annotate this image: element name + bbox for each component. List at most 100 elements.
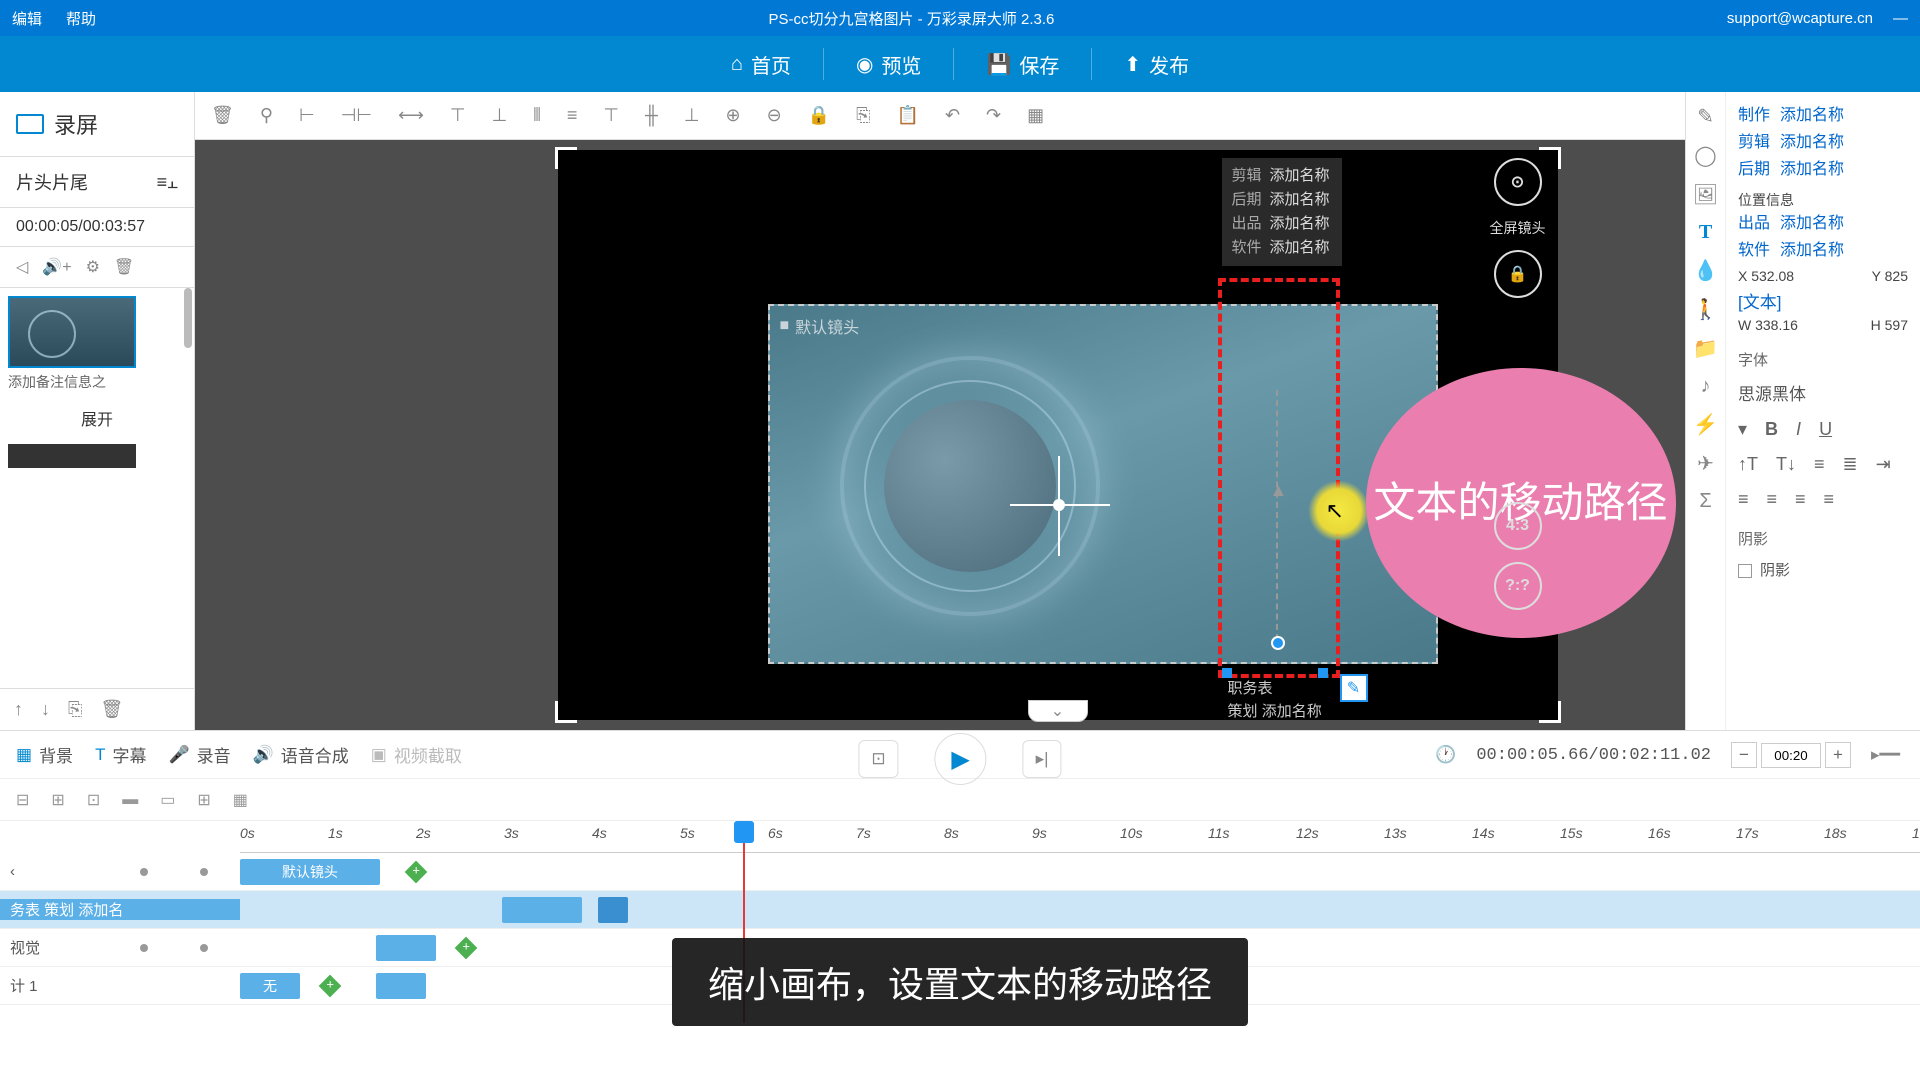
sigma-icon[interactable]: Σ bbox=[1699, 490, 1711, 513]
ratio-43-button[interactable]: 4:3 bbox=[1494, 502, 1542, 550]
flash-icon[interactable]: ⚡ bbox=[1693, 412, 1718, 437]
delete-icon[interactable]: 🗑 bbox=[211, 105, 234, 126]
person-icon[interactable]: 🚶 bbox=[1693, 297, 1718, 322]
music-icon[interactable]: ♪ bbox=[1701, 375, 1711, 398]
align-v-top-icon[interactable]: ⊤ bbox=[603, 105, 619, 126]
step-forward-button[interactable]: ▸| bbox=[1023, 740, 1062, 778]
line-spacing-icon[interactable]: ≣ bbox=[1843, 454, 1858, 475]
paste-icon[interactable]: 📋 bbox=[897, 105, 919, 126]
increase-font-icon[interactable]: ↑T bbox=[1738, 454, 1758, 475]
gear-icon[interactable]: ⚙ bbox=[86, 257, 100, 277]
selection-handle-r[interactable] bbox=[1318, 668, 1328, 678]
bullet-list-icon[interactable]: ≡ bbox=[1814, 454, 1825, 475]
chevron-icon[interactable]: ‹ bbox=[10, 863, 15, 880]
crop-corner-br[interactable] bbox=[1539, 701, 1561, 723]
track-tool-2-icon[interactable]: ⊞ bbox=[51, 790, 64, 810]
delete-scene-icon[interactable]: 🗑 bbox=[100, 699, 123, 720]
font-selector[interactable]: 思源黑体 bbox=[1738, 380, 1908, 405]
move-down-icon[interactable]: ↓ bbox=[41, 699, 50, 720]
shadow-checkbox[interactable] bbox=[1738, 564, 1752, 578]
minimize-icon[interactable]: — bbox=[1893, 10, 1908, 27]
keyframe-dot[interactable] bbox=[200, 868, 208, 876]
settings-icon[interactable]: ≡⫠ bbox=[157, 172, 178, 193]
folder-icon[interactable]: 📁 bbox=[1693, 336, 1718, 361]
zoom-plus-button[interactable]: + bbox=[1825, 742, 1851, 768]
menu-edit[interactable]: 编辑 bbox=[12, 8, 42, 29]
background-button[interactable]: ▦背景 bbox=[16, 742, 73, 767]
keyframe-dot[interactable] bbox=[140, 944, 148, 952]
prev-icon[interactable]: ◁ bbox=[16, 257, 28, 277]
shape-icon[interactable]: ◯ bbox=[1694, 143, 1716, 168]
pencil-icon[interactable]: ✎ bbox=[1697, 104, 1714, 129]
time-ruler[interactable]: 0s1s2s3s4s5s6s7s8s9s10s11s12s13s14s15s16… bbox=[240, 821, 1920, 853]
menu-help[interactable]: 帮助 bbox=[66, 8, 96, 29]
preview-button[interactable]: ◉预览 bbox=[856, 50, 921, 79]
playhead[interactable] bbox=[734, 821, 754, 843]
drop-icon[interactable]: 💧 bbox=[1693, 258, 1718, 283]
thumbnail-note[interactable]: 添加备注信息之 bbox=[8, 372, 186, 392]
track-tool-5-icon[interactable]: ▭ bbox=[160, 790, 175, 810]
ratio-unknown-button[interactable]: ?:? bbox=[1494, 562, 1542, 610]
scene-thumbnail-2[interactable] bbox=[8, 444, 136, 468]
indent-icon[interactable]: ⇥ bbox=[1876, 454, 1891, 475]
align-left-text-icon[interactable]: ≡ bbox=[1738, 489, 1749, 510]
text-clip-2[interactable] bbox=[598, 897, 628, 923]
save-button[interactable]: 💾保存 bbox=[986, 50, 1059, 79]
edit-text-icon[interactable]: ✎ bbox=[1340, 674, 1368, 702]
text-tool-icon[interactable]: T bbox=[1699, 221, 1712, 244]
trash-icon[interactable]: 🗑 bbox=[114, 257, 134, 277]
move-up-icon[interactable]: ↑ bbox=[14, 699, 23, 720]
crop-corner-tl[interactable] bbox=[555, 147, 577, 169]
video-crop-button[interactable]: ▣视频截取 bbox=[371, 742, 462, 767]
record-audio-button[interactable]: 🎤录音 bbox=[168, 742, 230, 767]
align-left-icon[interactable]: ⊢ bbox=[299, 105, 315, 126]
volume-icon[interactable]: 🔊+ bbox=[42, 257, 71, 277]
credits-text-box[interactable]: 剪辑添加名称 后期添加名称 出品添加名称 软件添加名称 bbox=[1222, 158, 1342, 266]
align-top-icon[interactable]: ⊤ bbox=[450, 105, 466, 126]
zoom-out-icon[interactable]: ⊖ bbox=[767, 105, 782, 126]
undo-icon[interactable]: ↶ bbox=[945, 105, 960, 126]
visual-clip[interactable] bbox=[376, 935, 436, 961]
copy-icon[interactable]: ⎘ bbox=[856, 105, 870, 126]
underline-button[interactable]: U bbox=[1819, 419, 1832, 440]
duplicate-icon[interactable]: ⎘ bbox=[68, 699, 82, 720]
scene-thumbnail[interactable] bbox=[8, 296, 136, 368]
italic-button[interactable]: I bbox=[1796, 419, 1801, 440]
lens-clip[interactable]: 默认镜头 bbox=[240, 859, 380, 885]
selection-handle[interactable] bbox=[1271, 636, 1285, 650]
scrollbar-thumb[interactable] bbox=[184, 288, 192, 348]
selection-handle-l[interactable] bbox=[1222, 668, 1232, 678]
font-size-dropdown[interactable]: ▾ bbox=[1738, 419, 1747, 440]
align-right-text-icon[interactable]: ≡ bbox=[1795, 489, 1806, 510]
align-v-bottom-icon[interactable]: ⊥ bbox=[684, 105, 700, 126]
zoom-minus-button[interactable]: − bbox=[1731, 742, 1757, 768]
align-justify-text-icon[interactable]: ≡ bbox=[1824, 489, 1835, 510]
track-tool-4-icon[interactable]: ▬ bbox=[122, 791, 138, 809]
home-button[interactable]: ⌂首页 bbox=[731, 50, 791, 79]
align-v-center-icon[interactable]: ╫ bbox=[645, 105, 658, 126]
add-keyframe-icon[interactable] bbox=[405, 861, 428, 884]
zoom-in-icon[interactable]: ⊕ bbox=[726, 105, 741, 126]
text-clip[interactable] bbox=[502, 897, 582, 923]
add-keyframe-icon[interactable] bbox=[319, 975, 342, 998]
layers-icon[interactable]: ▦ bbox=[1027, 105, 1044, 126]
record-button[interactable]: 录屏 bbox=[0, 92, 194, 157]
lock-tool-icon[interactable]: 🔒 bbox=[1494, 250, 1542, 298]
align-center-text-icon[interactable]: ≡ bbox=[1767, 489, 1778, 510]
lock-icon[interactable]: 🔒 bbox=[808, 105, 830, 126]
track-tool-1-icon[interactable]: ⊟ bbox=[16, 790, 29, 810]
bold-button[interactable]: B bbox=[1765, 419, 1778, 440]
align-center-h-icon[interactable]: ⊣⊢ bbox=[341, 105, 372, 126]
align-bottom-icon[interactable]: ⊥ bbox=[492, 105, 508, 126]
image-icon[interactable]: 🖼 bbox=[1693, 182, 1718, 207]
subtitle-button[interactable]: T字幕 bbox=[95, 742, 146, 767]
zoom-slider-icon[interactable]: ▸━━ bbox=[1871, 745, 1900, 765]
distribute-v-icon[interactable]: ≡ bbox=[567, 105, 578, 126]
design-clip-none[interactable]: 无 bbox=[240, 973, 300, 999]
head-tail-row[interactable]: 片头片尾 ≡⫠ bbox=[0, 157, 194, 208]
tts-button[interactable]: 🔊语音合成 bbox=[253, 742, 349, 767]
add-keyframe-icon[interactable] bbox=[455, 937, 478, 960]
expand-button[interactable]: 展开 bbox=[8, 400, 186, 436]
step-back-button[interactable]: ⊡ bbox=[858, 740, 898, 778]
keyframe-dot[interactable] bbox=[140, 868, 148, 876]
